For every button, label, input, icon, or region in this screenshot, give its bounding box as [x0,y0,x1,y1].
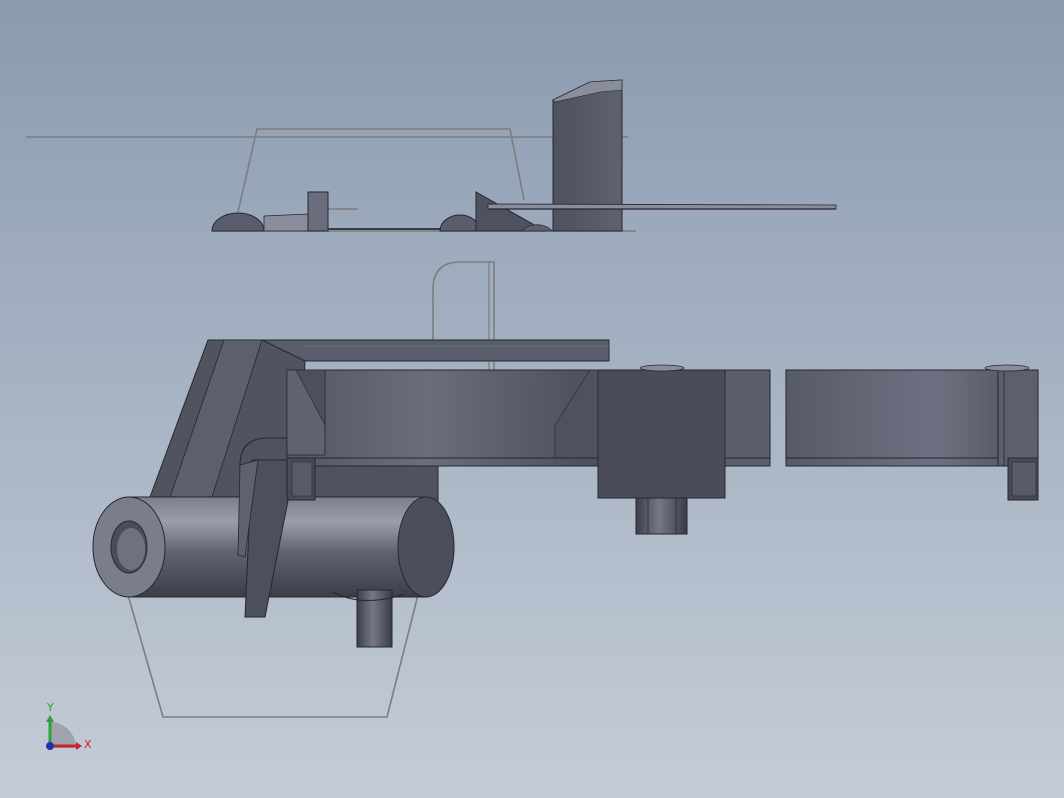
triad-y-label: Y [46,701,54,714]
upper-thin-plate [487,203,837,210]
model-scene[interactable]: X Y [0,0,1064,798]
graphics-viewport[interactable]: X Y [0,0,1064,798]
top-plate [261,339,610,362]
triad-z-axis [46,742,54,750]
triad-x-label: X [84,738,92,751]
upper-small-post [307,191,329,232]
upper-left-lug [263,213,309,232]
